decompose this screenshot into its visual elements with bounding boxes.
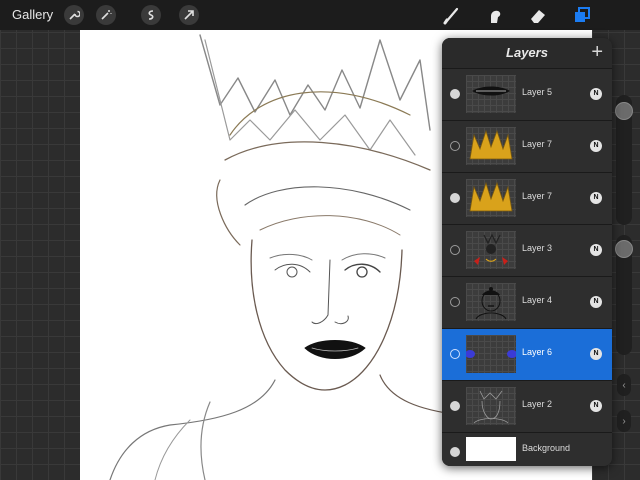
magic-wand-icon[interactable]	[96, 5, 116, 25]
eraser-icon[interactable]	[527, 4, 549, 26]
layer-row[interactable]: Layer 2 N	[442, 380, 612, 432]
blend-mode-button[interactable]: N	[590, 400, 602, 412]
layer-row-selected[interactable]: Layer 6 N	[442, 328, 612, 380]
layer-visibility-checkbox[interactable]	[450, 89, 460, 99]
layers-icon[interactable]	[571, 4, 593, 26]
redo-button[interactable]: ›	[617, 410, 631, 432]
layer-row[interactable]: Layer 4 N	[442, 276, 612, 328]
layer-row[interactable]: Layer 5 N	[442, 68, 612, 120]
layer-name: Background	[522, 443, 571, 453]
layer-name: Layer 7	[522, 191, 553, 201]
layer-visibility-checkbox[interactable]	[450, 193, 460, 203]
add-layer-button[interactable]: +	[591, 41, 603, 63]
opacity-knob[interactable]	[615, 240, 633, 258]
layer-name: Layer 4	[522, 295, 553, 305]
layer-visibility-checkbox[interactable]	[450, 245, 460, 255]
layer-name: Layer 5	[522, 87, 553, 97]
blend-mode-button[interactable]: N	[590, 192, 602, 204]
blend-mode-button[interactable]: N	[590, 88, 602, 100]
layer-visibility-checkbox[interactable]	[450, 141, 460, 151]
layer-row-background[interactable]: Background	[442, 432, 612, 466]
selection-icon[interactable]	[141, 5, 161, 25]
layers-panel-header: Layers +	[442, 38, 612, 68]
brush-icon[interactable]	[441, 4, 463, 26]
blend-mode-button[interactable]: N	[590, 348, 602, 360]
layer-row[interactable]: Layer 7 N	[442, 172, 612, 224]
layer-thumbnail	[466, 127, 516, 165]
layer-thumbnail	[466, 283, 516, 321]
layer-thumbnail	[466, 437, 516, 461]
brush-size-knob[interactable]	[615, 102, 633, 120]
top-toolbar: Gallery	[0, 0, 640, 30]
blend-mode-button[interactable]: N	[590, 140, 602, 152]
layer-thumbnail	[466, 179, 516, 217]
gallery-button[interactable]: Gallery	[12, 7, 53, 22]
layer-row[interactable]: Layer 3 N	[442, 224, 612, 276]
layer-name: Layer 3	[522, 243, 553, 253]
undo-button[interactable]: ‹	[617, 374, 631, 396]
transform-arrow-icon[interactable]	[179, 5, 199, 25]
smudge-icon[interactable]	[484, 4, 506, 26]
blend-mode-button[interactable]: N	[590, 296, 602, 308]
layer-thumbnail	[466, 335, 516, 373]
layers-panel: Layers + Layer 5 N Layer 7 N Layer 7 N L	[442, 38, 612, 466]
layer-thumbnail	[466, 75, 516, 113]
layer-thumbnail	[466, 387, 516, 425]
layer-visibility-checkbox[interactable]	[450, 349, 460, 359]
layer-name: Layer 2	[522, 399, 553, 409]
wrench-icon[interactable]	[64, 5, 84, 25]
layer-visibility-checkbox[interactable]	[450, 401, 460, 411]
layer-visibility-checkbox[interactable]	[450, 447, 460, 457]
layer-row[interactable]: Layer 7 N	[442, 120, 612, 172]
layer-name: Layer 7	[522, 139, 553, 149]
layer-thumbnail	[466, 231, 516, 269]
layer-name: Layer 6	[522, 347, 553, 357]
blend-mode-button[interactable]: N	[590, 244, 602, 256]
layers-panel-title: Layers	[506, 45, 548, 60]
layer-visibility-checkbox[interactable]	[450, 297, 460, 307]
